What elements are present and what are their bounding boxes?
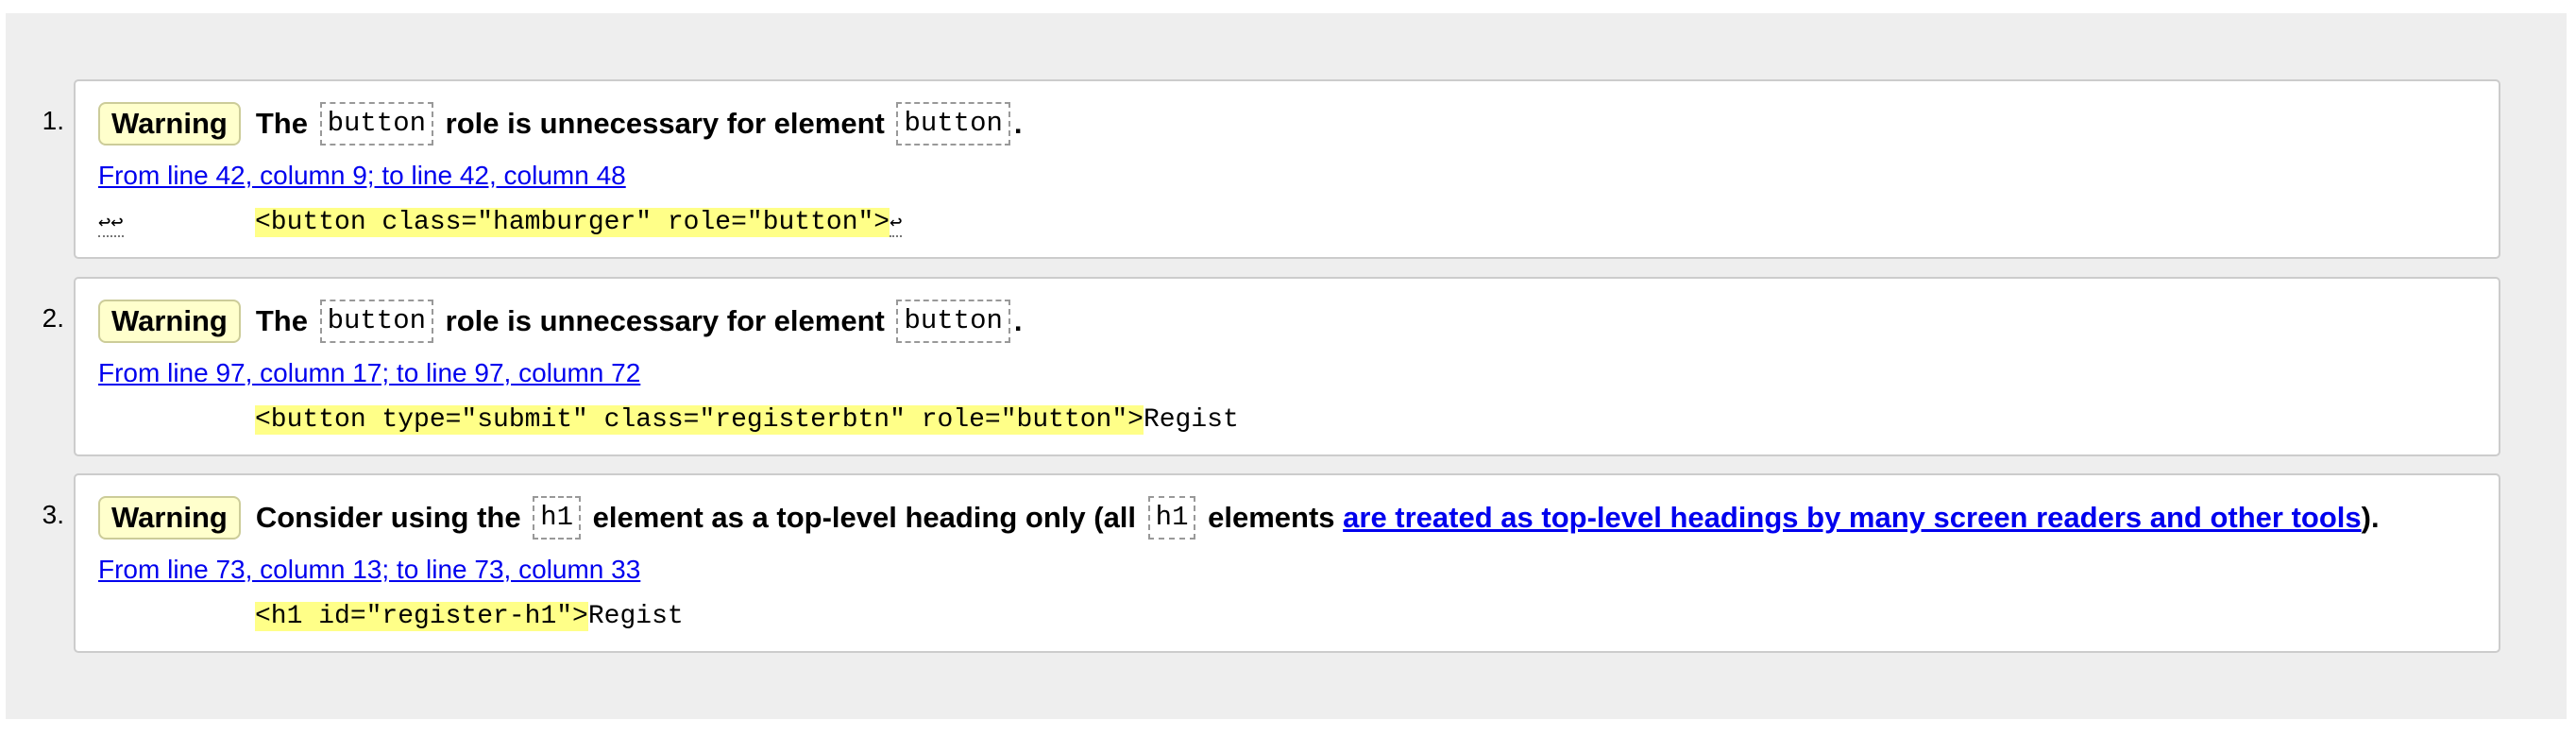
headline-text: elements	[1208, 500, 1335, 534]
message-item: 2. Warning The button role is unnecessary…	[42, 277, 2500, 456]
code-token: button	[896, 101, 1010, 146]
headline-text: The	[255, 106, 308, 140]
source-location-link[interactable]: From line 42, column 9; to line 42, colu…	[98, 161, 626, 191]
source-location-link[interactable]: From line 97, column 17; to line 97, col…	[98, 358, 640, 388]
code-token: h1	[1147, 495, 1196, 540]
message-headline: Warning The button role is unnecessary fo…	[98, 298, 1023, 343]
message-number: 1.	[42, 106, 64, 135]
warning-badge: Warning	[98, 495, 241, 540]
code-extract: ↩↩ <button class="hamburger" role="button…	[98, 206, 904, 241]
highlighted-code: <h1 id="register-h1">	[255, 602, 588, 631]
results-panel: 1. Warning The button role is unnecessary…	[6, 13, 2567, 719]
source-location-link[interactable]: From line 73, column 13; to line 73, col…	[98, 555, 640, 585]
warning-badge: Warning	[98, 299, 241, 343]
code-token: button	[319, 101, 434, 146]
code-token: h1	[533, 495, 582, 540]
warning-badge: Warning	[98, 101, 241, 146]
code-token: button	[319, 299, 434, 343]
code-extract: <button type="submit" class="registerbtn…	[98, 403, 1239, 437]
message-item: 3. Warning Consider using the h1 element …	[42, 473, 2500, 653]
trailing-code: Regist	[1143, 405, 1239, 435]
headline-punctuation: ).	[2361, 500, 2380, 534]
highlighted-code: <button class="hamburger" role="button">	[255, 208, 890, 237]
message-number: 3.	[42, 500, 64, 529]
trailing-code: Regist	[587, 602, 684, 631]
line-feed-marker: ↩↩	[98, 212, 124, 237]
code-token: button	[896, 299, 1010, 343]
message-item: 1. Warning The button role is unnecessary…	[42, 79, 2500, 259]
headline-text: role is unnecessary for element	[445, 303, 885, 337]
headline-text: element as a top-level heading only (all	[592, 500, 1137, 534]
screen-readers-link[interactable]: are treated as top-level headings by man…	[1343, 501, 2362, 534]
message-headline: Warning The button role is unnecessary fo…	[98, 100, 1023, 146]
headline-text: role is unnecessary for element	[445, 106, 885, 140]
highlighted-code: <button type="submit" class="registerbtn…	[255, 405, 1144, 435]
message-number: 2.	[42, 303, 64, 333]
headline-text: The	[255, 303, 308, 337]
headline-punctuation: .	[1013, 106, 1023, 140]
code-extract: <h1 id="register-h1">Regist	[98, 600, 684, 634]
message-headline: Warning Consider using the h1 element as …	[98, 494, 2380, 540]
line-feed-marker: ↩	[890, 212, 903, 237]
headline-text: Consider using the	[255, 500, 521, 534]
headline-punctuation: .	[1013, 303, 1023, 337]
